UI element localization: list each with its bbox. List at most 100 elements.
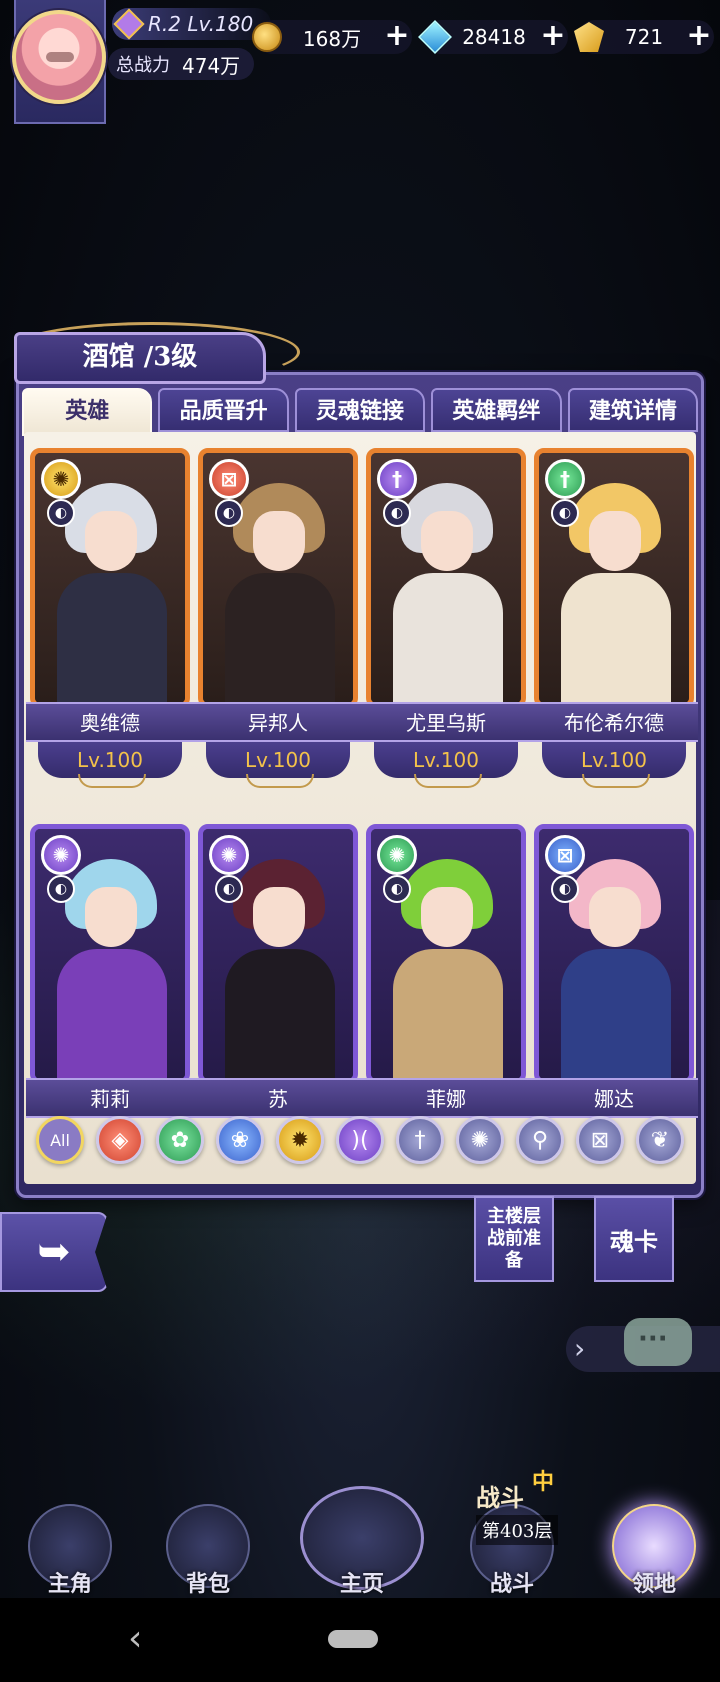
nav-hero[interactable]: 主角 bbox=[10, 1486, 130, 1598]
battle-status[interactable]: 战斗 中 第403层 bbox=[476, 1469, 586, 1545]
hero-name: 异邦人 bbox=[194, 702, 362, 742]
class-badge-icon: ◐ bbox=[47, 875, 75, 903]
wind-element-icon[interactable]: ✿ bbox=[156, 1116, 204, 1164]
crystal-currency: 721 + bbox=[574, 20, 714, 54]
hero-portrait: ✺ ◐ bbox=[30, 824, 190, 1084]
tab-quality-upgrade[interactable]: 品质晋升 bbox=[158, 388, 289, 432]
hero-portrait: ✺ ◐ bbox=[30, 448, 190, 708]
light-element-icon[interactable]: ✹ bbox=[276, 1116, 324, 1164]
player-avatar[interactable] bbox=[12, 10, 106, 104]
hero-card[interactable]: ✺ ◐ 奥维德 Lv.100 bbox=[26, 448, 194, 788]
element-badge-icon: ⊠ bbox=[209, 459, 249, 499]
hero-level: Lv.100 bbox=[38, 742, 182, 788]
hero-card[interactable]: ✺ ◐ 苏 bbox=[194, 824, 362, 1164]
sword-class-icon[interactable]: † bbox=[396, 1116, 444, 1164]
battle-in-progress-tag: 中 bbox=[532, 1469, 555, 1495]
add-gold-button[interactable]: + bbox=[382, 21, 412, 52]
battle-status-title: 战斗 bbox=[476, 1483, 524, 1512]
crystal-value: 721 bbox=[624, 25, 664, 49]
panel-tabs: 英雄 品质晋升 灵魂链接 英雄羁绊 建筑详情 bbox=[22, 388, 699, 436]
hero-card[interactable]: † ◐ 尤里乌斯 Lv.100 bbox=[362, 448, 530, 788]
hero-name: 娜达 bbox=[530, 1078, 698, 1118]
nav-home-label: 主页 bbox=[339, 1571, 384, 1597]
hero-card[interactable]: ⊠ ◐ 异邦人 Lv.100 bbox=[194, 448, 362, 788]
tab-building-details[interactable]: 建筑详情 bbox=[567, 388, 699, 432]
all-filter[interactable]: All bbox=[36, 1116, 84, 1164]
element-badge-icon: † bbox=[377, 459, 417, 499]
player-rank: R.2 Lv.180 bbox=[112, 8, 272, 40]
water-element-icon[interactable]: ❀ bbox=[216, 1116, 264, 1164]
class-badge-icon: ◐ bbox=[551, 875, 579, 903]
class-badge-icon: ◐ bbox=[215, 875, 243, 903]
panel-title: 酒馆 /3级 bbox=[82, 342, 198, 372]
hero-level: Lv.100 bbox=[206, 742, 350, 788]
hero-card[interactable]: ✺ ◐ 莉莉 bbox=[26, 824, 194, 1164]
fire-element-icon[interactable]: ◈ bbox=[96, 1116, 144, 1164]
diamond-icon bbox=[418, 20, 452, 54]
nav-home[interactable]: 主页 bbox=[296, 1486, 428, 1598]
system-home-pill[interactable] bbox=[328, 1630, 378, 1648]
chat-icon[interactable] bbox=[624, 1318, 692, 1366]
nav-territory-label: 领地 bbox=[631, 1571, 676, 1597]
nav-territory[interactable]: 领地 bbox=[594, 1486, 714, 1598]
hero-name: 莉莉 bbox=[26, 1078, 194, 1118]
hero-face bbox=[421, 887, 473, 947]
power-label: 总战力 bbox=[116, 55, 170, 76]
hero-portrait: ✺ ◐ bbox=[198, 824, 358, 1084]
power-value: 474万 bbox=[182, 53, 241, 78]
chat-expand-icon[interactable]: › bbox=[574, 1332, 585, 1365]
element-badge-icon: † bbox=[545, 459, 585, 499]
element-badge-icon: ✺ bbox=[41, 459, 81, 499]
gold-value: 168万 bbox=[302, 26, 362, 51]
top-bar: R.2 Lv.180 总战力 474万 168万 + 28418 + 721 + bbox=[0, 0, 720, 124]
hero-face bbox=[421, 511, 473, 571]
total-power: 总战力 474万 bbox=[108, 48, 255, 80]
gold-coin-icon bbox=[252, 22, 282, 52]
shuriken-class-icon[interactable]: ✺ bbox=[456, 1116, 504, 1164]
hero-portrait: † ◐ bbox=[534, 448, 694, 708]
hero-name: 苏 bbox=[194, 1078, 362, 1118]
gold-currency: 168万 + bbox=[252, 20, 412, 54]
hero-name: 菲娜 bbox=[362, 1078, 530, 1118]
nav-battle-label: 战斗 bbox=[489, 1571, 534, 1597]
tab-heroes[interactable]: 英雄 bbox=[22, 388, 153, 436]
hero-portrait: ✺ ◐ bbox=[366, 824, 526, 1084]
hero-level: Lv.100 bbox=[374, 742, 518, 788]
hero-name: 布伦希尔德 bbox=[530, 702, 698, 742]
hero-face bbox=[85, 887, 137, 947]
hero-name: 奥维德 bbox=[26, 702, 194, 742]
hero-outfit bbox=[225, 573, 335, 703]
hero-name: 尤里乌斯 bbox=[362, 702, 530, 742]
hero-outfit bbox=[225, 949, 335, 1079]
system-back-icon[interactable]: ‹ bbox=[128, 1618, 142, 1659]
rank-text: R.2 Lv.180 bbox=[148, 12, 254, 36]
tab-soul-link[interactable]: 灵魂链接 bbox=[294, 388, 426, 432]
rank-gem-icon bbox=[113, 8, 145, 40]
battle-floor: 第403层 bbox=[476, 1515, 559, 1545]
tab-hero-bonds[interactable]: 英雄羁绊 bbox=[431, 388, 562, 432]
wing-class-icon[interactable]: ❦ bbox=[636, 1116, 684, 1164]
dark-element-icon[interactable]: )( bbox=[336, 1116, 384, 1164]
hero-outfit bbox=[393, 949, 503, 1079]
shield-class-icon[interactable]: ⊠ bbox=[576, 1116, 624, 1164]
class-badge-icon: ◐ bbox=[383, 875, 411, 903]
hero-outfit bbox=[57, 573, 167, 703]
back-button[interactable]: ➥ bbox=[0, 1212, 108, 1292]
hero-face bbox=[253, 511, 305, 571]
hero-card[interactable]: ✺ ◐ 菲娜 bbox=[362, 824, 530, 1164]
class-badge-icon: ◐ bbox=[383, 499, 411, 527]
hero-card[interactable]: † ◐ 布伦希尔德 Lv.100 bbox=[530, 448, 698, 788]
back-arrow-icon: ➥ bbox=[37, 1229, 71, 1275]
soul-card-button[interactable]: 魂卡 bbox=[594, 1196, 674, 1282]
hero-card[interactable]: ⊠ ◐ 娜达 bbox=[530, 824, 698, 1164]
nav-hero-label: 主角 bbox=[47, 1571, 92, 1597]
crystal-icon bbox=[574, 22, 604, 52]
add-diamond-button[interactable]: + bbox=[538, 21, 568, 52]
add-crystal-button[interactable]: + bbox=[684, 21, 714, 52]
hero-face bbox=[589, 511, 641, 571]
nav-backpack[interactable]: 背包 bbox=[148, 1486, 268, 1598]
staff-class-icon[interactable]: ⚲ bbox=[516, 1116, 564, 1164]
battle-prep-button[interactable]: 主楼层战前准备 bbox=[474, 1196, 554, 1282]
hero-portrait: † ◐ bbox=[366, 448, 526, 708]
element-badge-icon: ✺ bbox=[209, 835, 249, 875]
